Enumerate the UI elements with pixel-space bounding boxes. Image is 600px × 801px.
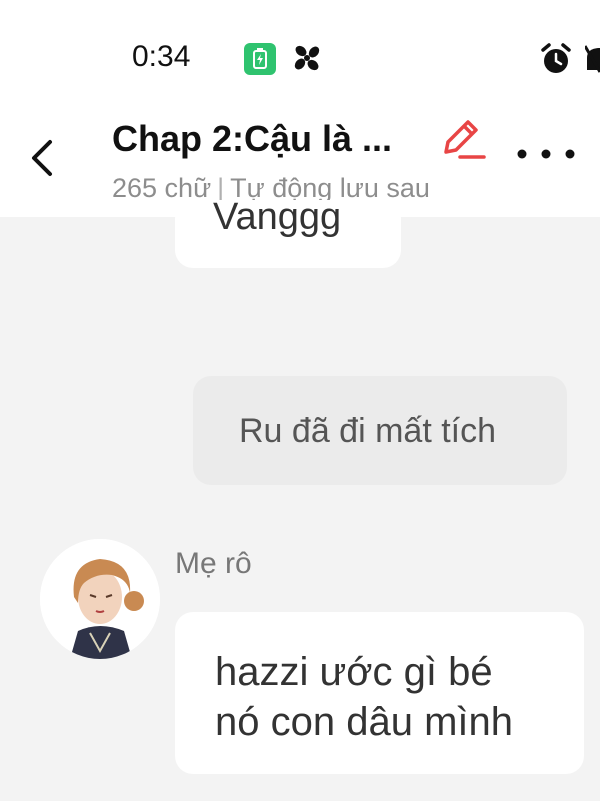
message-text: Vanggg <box>213 200 342 238</box>
bell-muted-icon <box>585 45 600 73</box>
chapter-title[interactable]: Chap 2:Cậu là ... <box>112 118 424 160</box>
word-count: 265 chữ <box>112 173 212 203</box>
message-text: Ru đã đi mất tích <box>239 412 497 450</box>
edit-pencil-icon[interactable] <box>438 118 486 162</box>
back-button[interactable] <box>26 136 60 180</box>
autosave-status: Tự động lưu sau <box>230 173 430 203</box>
meta-divider: | <box>217 173 225 203</box>
alarm-icon <box>541 43 571 73</box>
sender-name: Mẹ rô <box>175 547 252 580</box>
fan-icon <box>294 45 320 71</box>
avatar[interactable] <box>40 539 160 659</box>
message-bubble[interactable]: hazzi ước gì bé nó con dâu mình <box>175 612 584 774</box>
message-text-line: nó con dâu mình <box>215 700 513 744</box>
battery-saver-icon <box>244 43 276 75</box>
status-bar: 0:34 <box>0 0 600 100</box>
message-bubble[interactable]: Ru đã đi mất tích <box>193 376 567 485</box>
status-time: 0:34 <box>132 40 191 73</box>
message-text-line: hazzi ước gì bé <box>215 650 493 694</box>
message-bubble[interactable]: Vanggg <box>175 200 401 268</box>
more-options-button[interactable] <box>514 140 578 164</box>
